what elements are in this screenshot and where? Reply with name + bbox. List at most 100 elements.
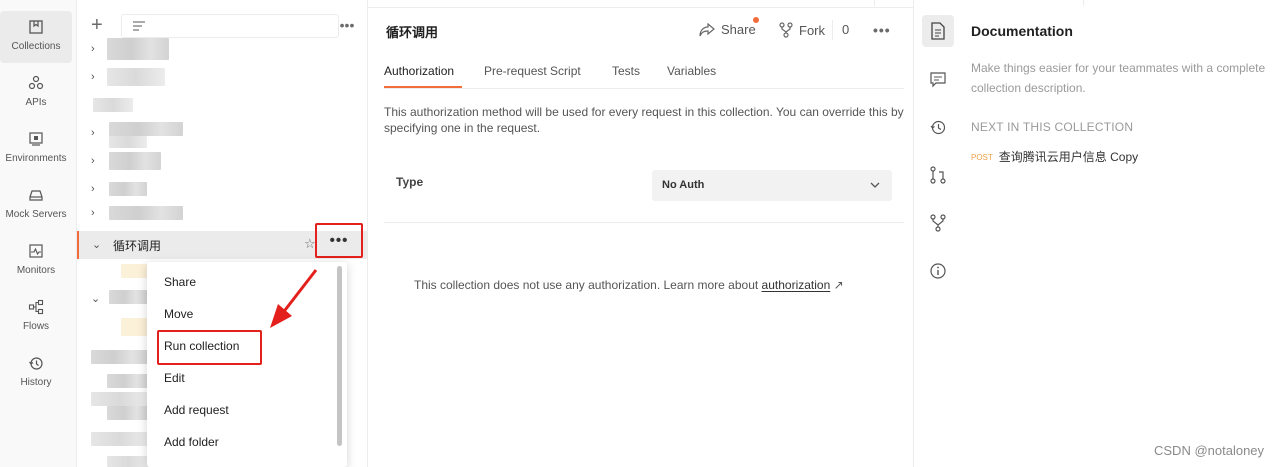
fork-icon[interactable] <box>929 214 947 232</box>
chevron-right-icon: › <box>91 71 95 83</box>
blurred-item <box>109 182 147 196</box>
collection-main-panel: 循环调用 Share Fork 0 ••• Authorization Pre-… <box>368 0 913 467</box>
menu-item-share[interactable]: Share <box>164 275 196 289</box>
blurred-item <box>91 392 149 406</box>
menu-item-move[interactable]: Move <box>164 307 193 321</box>
rail-label: Flows <box>22 321 50 332</box>
filter-icon <box>133 21 145 31</box>
authorization-link[interactable]: authorization <box>762 278 831 292</box>
more-icon: ••• <box>329 231 349 249</box>
rail-label: APIs <box>25 97 47 108</box>
type-label: Type <box>396 175 424 189</box>
method-badge: POST <box>971 153 993 162</box>
watermark: CSDN @notaloney <box>1154 443 1265 458</box>
collection-more-button[interactable]: ••• <box>315 223 363 258</box>
environments-icon <box>29 132 43 146</box>
documentation-title: Documentation <box>971 23 1073 39</box>
chevron-right-icon: › <box>91 183 95 195</box>
pull-request-icon[interactable] <box>929 166 947 184</box>
star-icon[interactable]: ☆ <box>304 236 316 252</box>
mock-servers-icon <box>29 190 43 201</box>
right-context-panel: Documentation Make things easier for you… <box>913 0 1287 467</box>
blurred-item <box>107 456 149 467</box>
rail-item-flows[interactable]: Flows <box>0 291 72 343</box>
chevron-down-icon: ⌄ <box>91 293 101 305</box>
plus-icon[interactable]: + <box>91 14 109 36</box>
tab-authorization[interactable]: Authorization <box>384 64 454 78</box>
chevron-down-icon <box>870 182 880 188</box>
tree-row[interactable]: › <box>77 36 368 64</box>
chevron-right-icon: › <box>91 155 95 167</box>
rail-item-collections[interactable]: Collections <box>0 11 72 63</box>
divider <box>384 222 904 223</box>
divider <box>832 20 833 40</box>
divider <box>384 88 904 89</box>
rail-item-environments[interactable]: Environments <box>0 123 72 175</box>
flows-icon <box>28 299 44 315</box>
menu-item-add-request[interactable]: Add request <box>164 403 229 417</box>
menu-item-edit[interactable]: Edit <box>164 371 185 385</box>
annotation-arrow <box>270 269 318 328</box>
menu-scrollbar[interactable] <box>337 266 342 446</box>
external-link-icon: ↗ <box>830 278 844 292</box>
fork-count[interactable]: 0 <box>842 22 849 37</box>
documentation-description[interactable]: Make things easier for your teammates wi… <box>971 58 1287 98</box>
tree-row[interactable]: › <box>77 148 368 176</box>
auth-type-select[interactable]: No Auth <box>652 170 892 201</box>
rail-label: Monitors <box>16 265 56 276</box>
monitors-icon <box>29 244 43 258</box>
no-auth-message: This collection does not use any authori… <box>414 278 844 292</box>
sidebar-toolbar: + ••• <box>85 14 359 38</box>
rail-item-history[interactable]: History <box>0 347 72 399</box>
documentation-button[interactable] <box>922 15 954 47</box>
tree-row-selected-collection[interactable]: ⌄ 循环调用 ☆ ••• <box>77 223 368 259</box>
more-icon[interactable]: ••• <box>337 14 357 36</box>
rail-item-apis[interactable]: APIs <box>0 67 72 119</box>
blurred-item <box>93 98 133 112</box>
blurred-item <box>107 406 149 420</box>
left-rail: Collections APIs Environments Mock Serve… <box>0 0 77 467</box>
comment-icon[interactable] <box>929 70 947 88</box>
collections-icon <box>29 20 43 34</box>
changelog-icon[interactable] <box>929 118 947 136</box>
fork-label: Fork <box>799 22 825 38</box>
fork-button[interactable]: Fork <box>779 22 825 38</box>
apis-icon <box>28 75 44 90</box>
tree-row[interactable] <box>77 92 368 120</box>
next-request-link[interactable]: POST 查询腾讯云用户信息 Copy <box>971 148 1138 165</box>
rail-item-monitors[interactable]: Monitors <box>0 235 72 287</box>
info-icon[interactable] <box>929 262 947 280</box>
document-icon <box>931 22 945 40</box>
tab-tests[interactable]: Tests <box>612 64 640 78</box>
authorization-description: This authorization method will be used f… <box>384 105 904 135</box>
more-icon[interactable]: ••• <box>873 22 891 38</box>
chevron-right-icon: › <box>91 127 95 139</box>
menu-item-add-folder[interactable]: Add folder <box>164 435 219 449</box>
blurred-item <box>109 136 147 148</box>
blurred-item <box>91 350 149 364</box>
tab-pre-request-script[interactable]: Pre-request Script <box>484 64 581 78</box>
tab-variables[interactable]: Variables <box>667 64 716 78</box>
share-button[interactable]: Share <box>699 22 756 37</box>
blurred-item <box>107 68 165 86</box>
chevron-down-icon: ⌄ <box>92 239 102 251</box>
blurred-item <box>107 38 169 60</box>
no-auth-text: This collection does not use any authori… <box>414 278 762 292</box>
blurred-item <box>109 122 183 136</box>
filter-input[interactable] <box>121 14 339 38</box>
share-label: Share <box>721 22 756 37</box>
next-request-name: 查询腾讯云用户信息 Copy <box>998 150 1139 164</box>
tab-strip <box>368 0 913 8</box>
rail-item-mock-servers[interactable]: Mock Servers <box>0 179 72 231</box>
chevron-right-icon: › <box>91 43 95 55</box>
chevron-right-icon: › <box>91 207 95 219</box>
notification-dot <box>753 17 759 23</box>
blurred-item <box>109 152 161 170</box>
menu-item-run-collection[interactable]: Run collection <box>164 339 239 353</box>
tree-row[interactable]: › <box>77 120 368 148</box>
tree-row[interactable]: › <box>77 64 368 92</box>
fork-icon <box>779 22 793 38</box>
history-icon <box>29 357 43 370</box>
rail-label: Collections <box>11 41 61 52</box>
blurred-item <box>109 290 147 304</box>
